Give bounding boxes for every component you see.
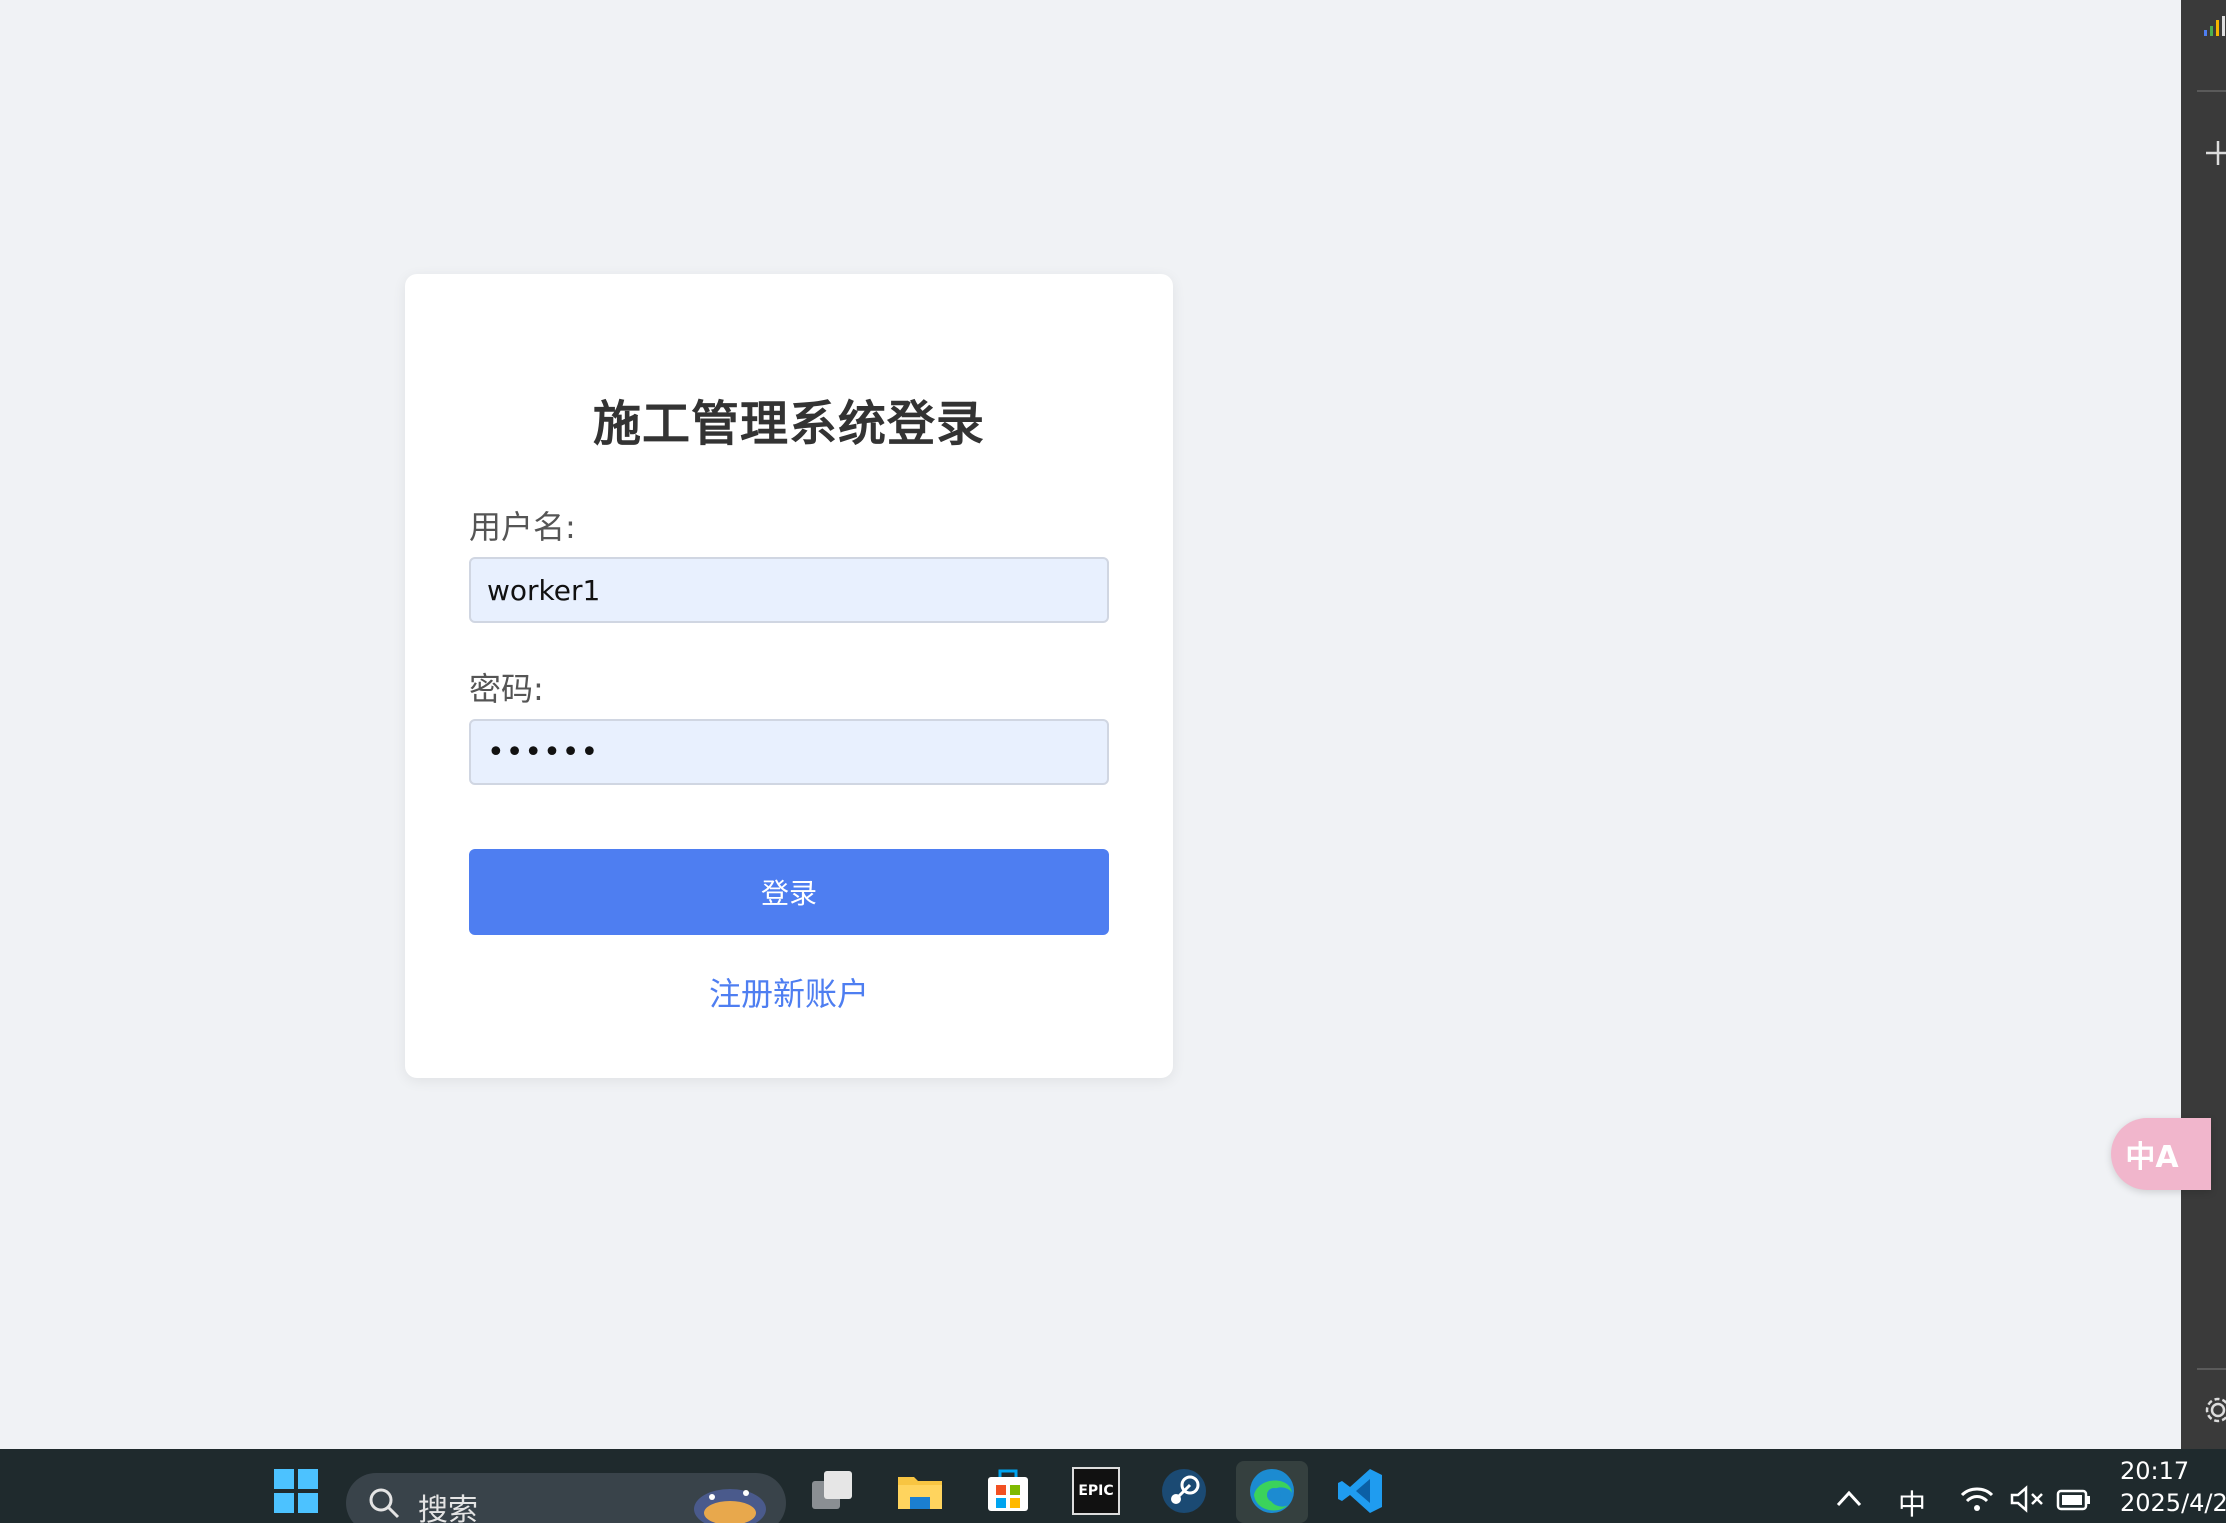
login-card: 施工管理系统登录 用户名: 密码: 登录 注册新账户 xyxy=(405,274,1173,1078)
taskbar-search[interactable]: 搜索 xyxy=(346,1473,786,1523)
password-label: 密码: xyxy=(469,670,544,708)
search-highlight-icon xyxy=(694,1489,766,1523)
edge-browser-icon[interactable] xyxy=(1248,1467,1296,1515)
windows-start-icon[interactable] xyxy=(272,1467,320,1515)
vscode-icon[interactable] xyxy=(1336,1467,1384,1515)
translate-button[interactable]: 中A xyxy=(2111,1118,2211,1190)
username-input[interactable] xyxy=(469,557,1109,623)
clock-date: 2025/4/21 xyxy=(2120,1489,2226,1517)
battery-icon[interactable] xyxy=(2056,1485,2092,1513)
signal-icon[interactable] xyxy=(2203,14,2226,38)
epic-games-icon[interactable]: EPIC xyxy=(1072,1467,1120,1515)
sidebar-divider xyxy=(2197,1368,2226,1370)
sidebar-divider xyxy=(2197,90,2226,92)
login-button[interactable]: 登录 xyxy=(469,849,1109,935)
task-view-icon[interactable] xyxy=(808,1467,856,1515)
steam-icon[interactable] xyxy=(1160,1467,1208,1515)
volume-muted-icon[interactable] xyxy=(2010,1485,2044,1513)
browser-sidebar xyxy=(2181,0,2226,1449)
page-title: 施工管理系统登录 xyxy=(592,396,985,452)
gear-icon[interactable] xyxy=(2203,1395,2226,1425)
search-placeholder: 搜索 xyxy=(418,1493,478,1523)
epic-games-label: EPIC xyxy=(1078,1483,1114,1499)
username-label: 用户名: xyxy=(469,508,576,546)
store-icon[interactable] xyxy=(984,1467,1032,1515)
system-clock[interactable]: 20:17 2025/4/21 xyxy=(2120,1455,2226,1519)
password-input[interactable] xyxy=(469,719,1109,785)
browser-viewport: 施工管理系统登录 用户名: 密码: 登录 注册新账户 xyxy=(0,0,2181,1449)
clock-time: 20:17 xyxy=(2120,1457,2190,1485)
ime-indicator[interactable]: 中 xyxy=(1898,1483,1926,1523)
register-link[interactable]: 注册新账户 xyxy=(405,969,1173,1015)
file-explorer-icon[interactable] xyxy=(896,1467,944,1515)
taskbar: 搜索 EPIC 中 20:17 2025/4/2 xyxy=(0,1449,2226,1523)
plus-icon[interactable] xyxy=(2203,138,2226,168)
chevron-up-icon[interactable] xyxy=(1836,1489,1862,1507)
translate-icon: 中A xyxy=(2125,1140,2179,1175)
wifi-icon[interactable] xyxy=(1960,1485,1994,1513)
search-icon xyxy=(369,1488,400,1519)
